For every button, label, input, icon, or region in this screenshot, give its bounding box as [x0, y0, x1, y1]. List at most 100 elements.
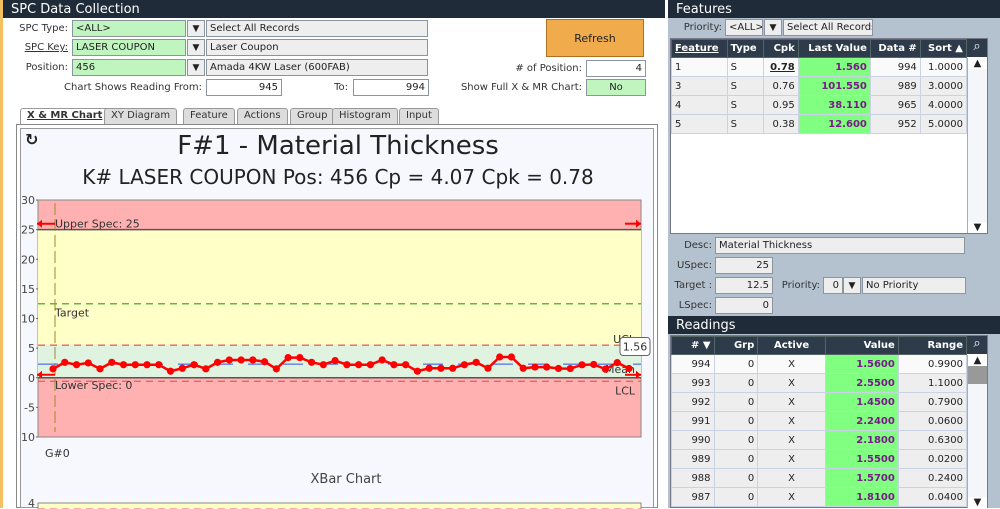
tab-histogram[interactable]: Histogram — [332, 108, 398, 124]
data-point — [496, 353, 504, 361]
reading-from-label: Chart Shows Reading From: — [64, 82, 202, 93]
feature-row[interactable]: 1 S 0.78 1.560 994 1.0000 — [671, 57, 968, 77]
desc-input[interactable]: Material Thickness — [715, 237, 965, 254]
reading-row[interactable]: 990 0 X 2.1800 0.6300 — [671, 430, 968, 450]
tab-feature[interactable]: Feature — [183, 108, 235, 124]
data-point — [425, 364, 433, 372]
column-header[interactable]: Cpk — [762, 39, 799, 58]
reading-cell-2: X — [757, 373, 826, 393]
tab-actions[interactable]: Actions — [237, 108, 288, 124]
reading-to-input[interactable]: 994 — [353, 79, 429, 96]
position-input[interactable]: 456 — [72, 59, 186, 76]
feature-cell-1: S — [726, 95, 764, 115]
feature-cell-2: 0.76 — [762, 76, 799, 96]
chevron-down-icon: ▼ — [192, 23, 200, 34]
column-header[interactable]: Active — [757, 336, 826, 355]
data-point — [460, 361, 469, 369]
feature-cell-2: 0.38 — [762, 114, 799, 134]
scroll-down-icon[interactable]: ▼ — [968, 497, 987, 508]
reading-cell-1: 0 — [713, 449, 759, 469]
column-header[interactable]: Value — [824, 336, 899, 355]
refresh-button[interactable]: Refresh — [546, 19, 644, 57]
tab-input[interactable]: Input — [399, 108, 439, 124]
feature-cell-4: 989 — [869, 76, 921, 96]
scroll-up-icon[interactable]: ▲ — [968, 58, 987, 69]
spc-key-input[interactable]: LASER COUPON — [72, 39, 186, 56]
spc-key-label[interactable]: SPC Key: — [10, 40, 68, 56]
desc-label: Desc: — [684, 240, 712, 251]
feature-row[interactable]: 4 S 0.95 38.110 965 4.0000 — [671, 95, 968, 115]
reading-cell-1: 0 — [713, 468, 759, 488]
data-point — [519, 364, 527, 372]
data-point — [84, 359, 92, 367]
uspec-input[interactable]: 25 — [715, 257, 773, 274]
data-point — [625, 364, 633, 373]
scroll-down-icon[interactable]: ▼ — [968, 222, 987, 233]
target-input[interactable]: 12.5 — [715, 277, 773, 294]
tab-xy-diagram[interactable]: XY Diagram — [104, 108, 178, 124]
feature-priority-input[interactable]: 0 — [823, 277, 843, 294]
readings-scrollbar[interactable]: ▲ ▼ — [967, 355, 987, 508]
reading-row[interactable]: 992 0 X 1.4500 0.7900 — [671, 392, 968, 412]
spc-type-dropdown[interactable]: ▼ — [187, 20, 205, 37]
spc-key-dropdown[interactable]: ▼ — [187, 39, 205, 56]
feature-priority-dropdown[interactable]: ▼ — [843, 277, 861, 294]
tab-x-mr-chart[interactable]: X & MR Chart — [20, 108, 110, 125]
data-point — [202, 365, 210, 373]
column-header[interactable]: Range — [897, 336, 968, 355]
reading-cell-3: 2.2400 — [824, 411, 899, 431]
reading-row[interactable]: 988 0 X 1.5700 0.2400 — [671, 468, 968, 488]
column-header[interactable]: Last Value — [797, 39, 871, 58]
reading-cell-4: 0.2400 — [897, 468, 968, 488]
reading-cell-4: 0.7900 — [897, 392, 968, 412]
data-point — [308, 358, 316, 366]
feature-cell-0: 5 — [671, 114, 728, 134]
feature-cell-0: 4 — [671, 95, 728, 115]
reading-row[interactable]: 994 0 X 1.5600 0.9900 — [671, 354, 968, 374]
data-point — [531, 363, 539, 371]
column-header[interactable]: Sort ▲ — [919, 39, 968, 58]
reading-row[interactable]: 989 0 X 1.5500 0.0200 — [671, 449, 968, 469]
tab-group[interactable]: Group — [290, 108, 335, 124]
priority-dropdown[interactable]: ▼ — [764, 19, 782, 36]
data-point — [543, 363, 551, 371]
features-scrollbar[interactable]: ▲ ▼ — [967, 58, 987, 233]
column-header[interactable]: Type — [726, 39, 764, 58]
reading-cell-2: X — [757, 392, 826, 412]
reading-row[interactable]: 987 0 X 1.8100 0.0400 — [671, 487, 968, 507]
data-point — [319, 361, 327, 369]
reading-cell-2: X — [757, 449, 826, 469]
scroll-thumb[interactable] — [968, 366, 987, 384]
data-point — [343, 361, 351, 369]
priority-desc: Select All Records — [783, 19, 873, 36]
priority-input[interactable]: <ALL> — [725, 19, 763, 36]
position-desc: Amada 4KW Laser (600FAB) — [206, 59, 428, 76]
column-header[interactable]: Feature — [671, 39, 728, 58]
features-title: Features — [668, 0, 1000, 18]
feature-cell-1: S — [726, 57, 764, 77]
spc-type-input[interactable]: <ALL> — [72, 20, 186, 37]
readings-title: Readings — [668, 316, 1000, 334]
reading-row[interactable]: 991 0 X 2.2400 0.0600 — [671, 411, 968, 431]
y-tick-label: -10 — [21, 431, 35, 444]
data-point — [72, 361, 81, 369]
column-header[interactable]: Data # — [869, 39, 921, 58]
column-header[interactable]: # ▼ — [671, 336, 715, 355]
reading-cell-2: X — [757, 430, 826, 450]
show-full-toggle[interactable]: No — [586, 79, 646, 96]
reading-from-input[interactable]: 945 — [206, 79, 282, 96]
scroll-up-icon[interactable]: ▲ — [968, 355, 987, 366]
data-point — [566, 364, 574, 373]
reading-row[interactable]: 993 0 X 2.5500 1.1000 — [671, 373, 968, 393]
feature-cell-1: S — [726, 76, 764, 96]
feature-row[interactable]: 3 S 0.76 101.550 989 3.0000 — [671, 76, 968, 96]
feature-cell-5: 1.0000 — [919, 57, 968, 77]
search-icon[interactable]: ⌕ — [967, 336, 987, 354]
search-icon[interactable]: ⌕ — [967, 39, 987, 57]
position-dropdown[interactable]: ▼ — [187, 59, 205, 76]
feature-cell-5: 3.0000 — [919, 76, 968, 96]
column-header[interactable]: Grp — [713, 336, 759, 355]
y-tick-label: 0 — [28, 372, 35, 385]
lspec-input[interactable]: 0 — [715, 297, 773, 314]
feature-row[interactable]: 5 S 0.38 12.600 952 5.0000 — [671, 114, 968, 134]
